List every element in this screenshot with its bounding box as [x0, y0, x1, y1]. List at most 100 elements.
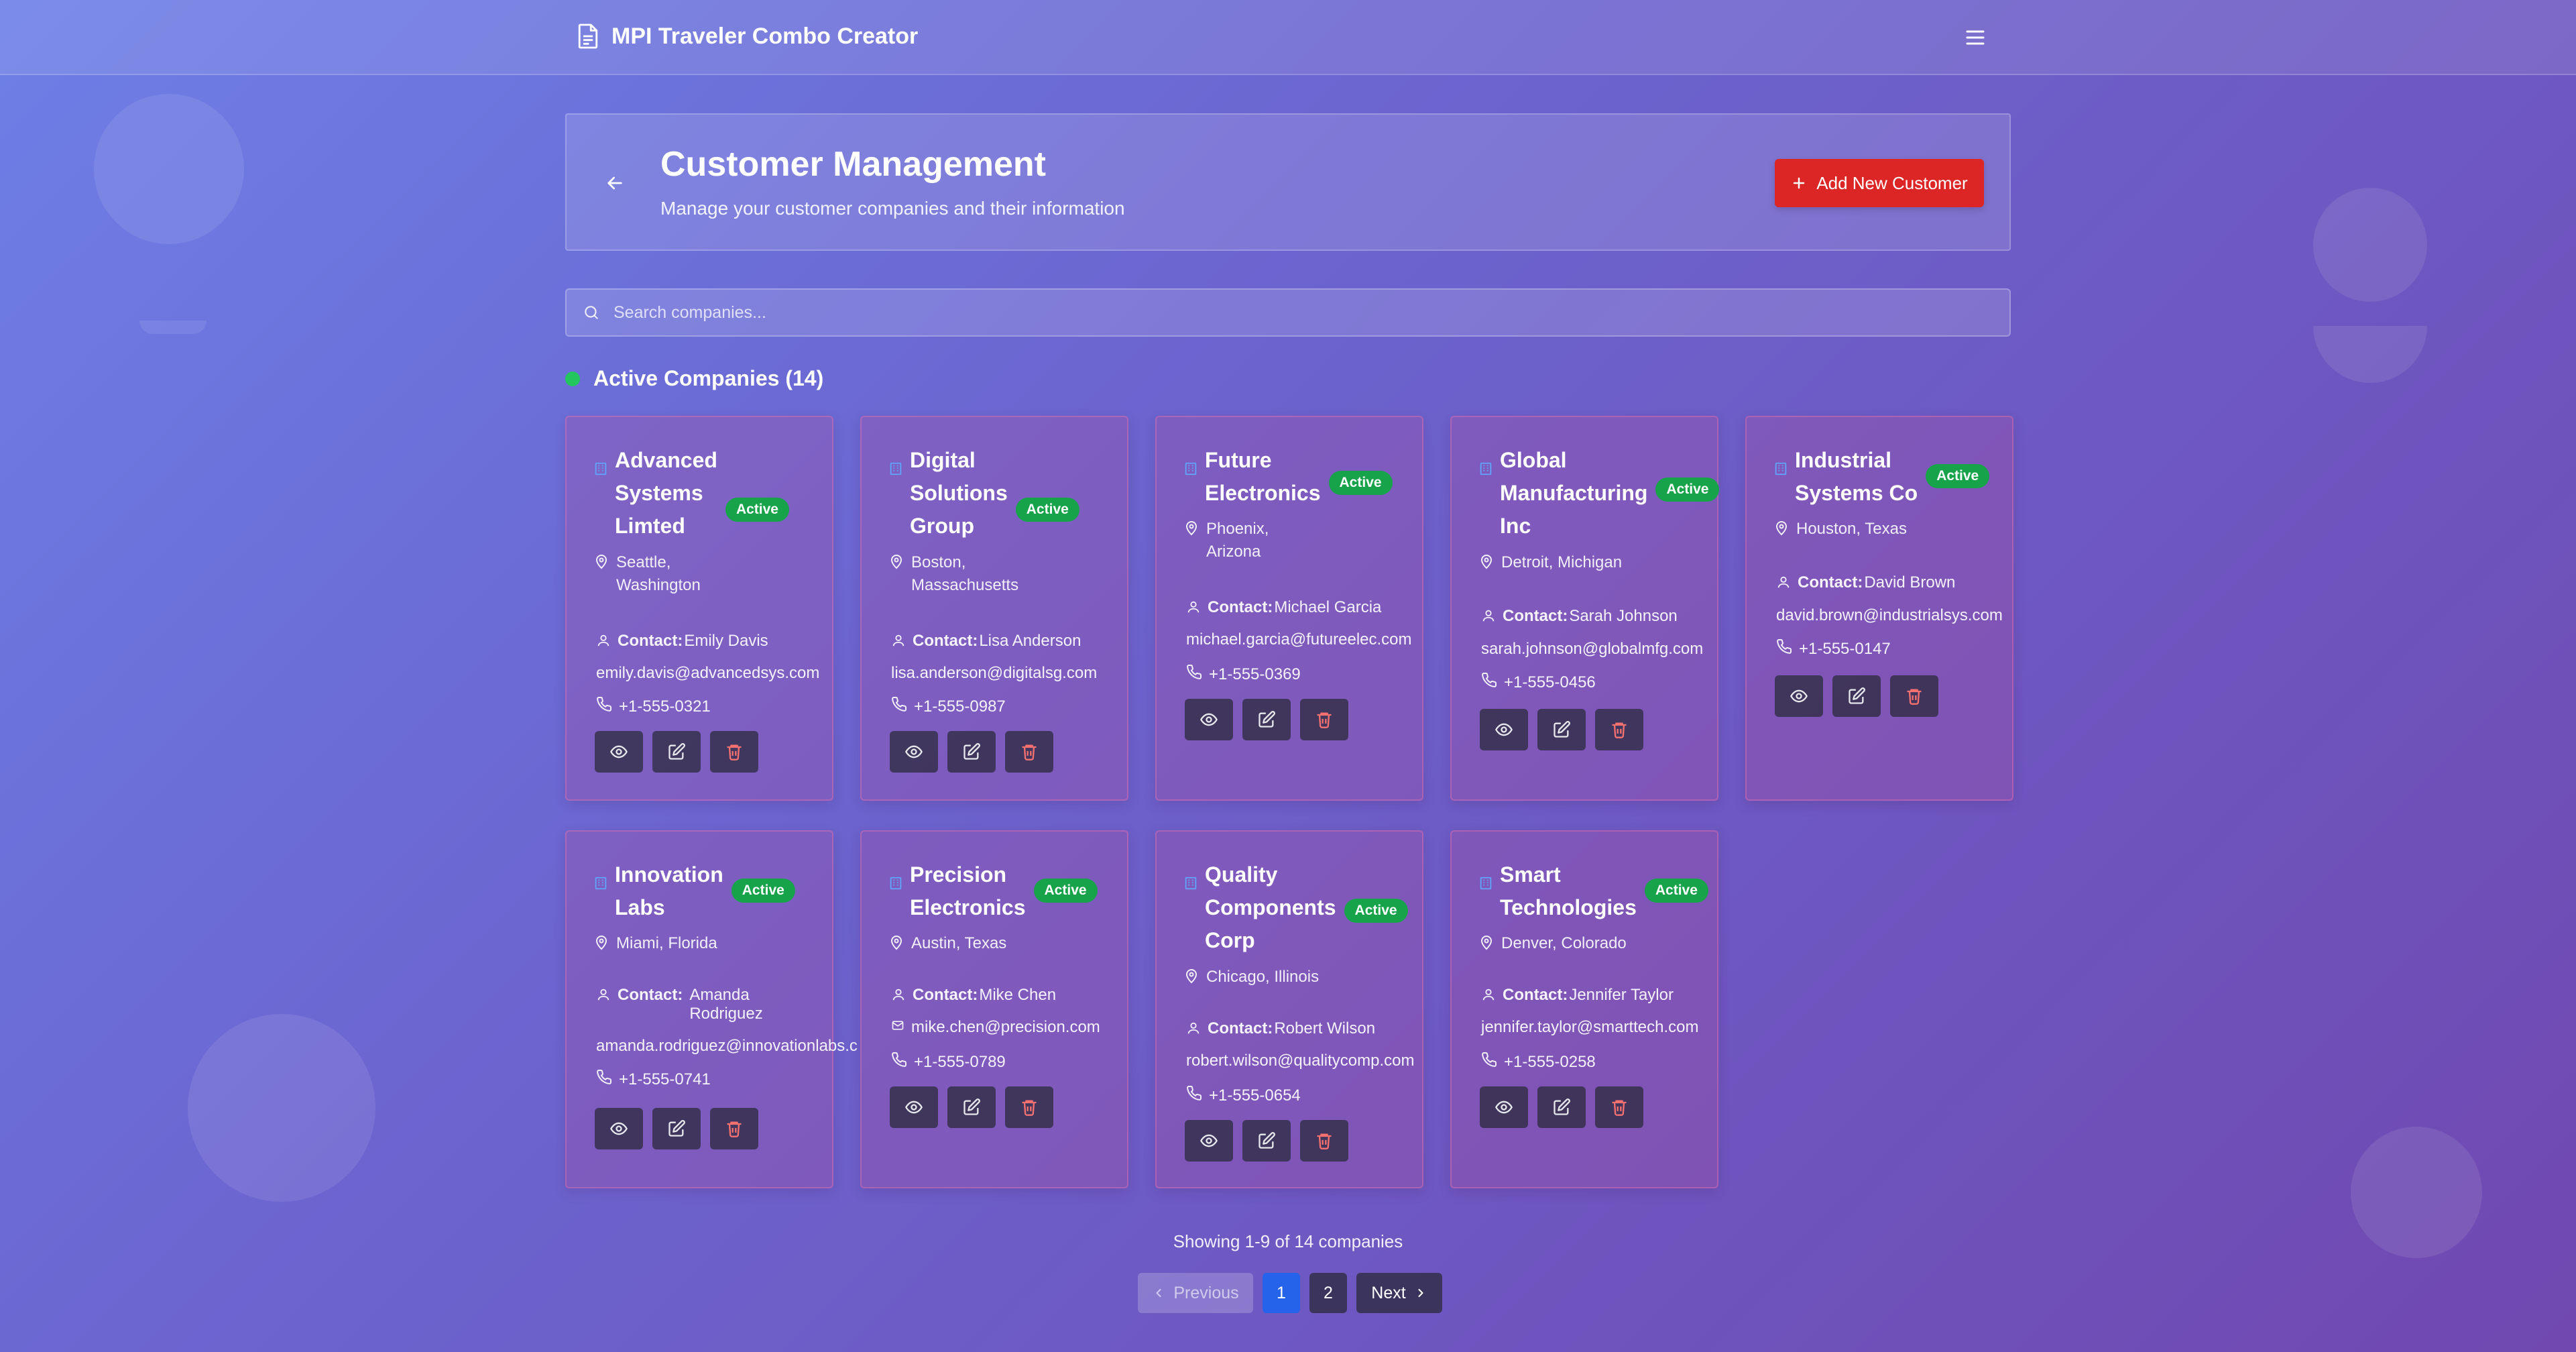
edit-button[interactable]	[1537, 709, 1586, 750]
view-button[interactable]	[1480, 709, 1528, 750]
plus-icon	[1794, 177, 1805, 189]
document-icon	[578, 23, 598, 49]
edit-button[interactable]	[1242, 1120, 1291, 1162]
company-card: Innovation Labs Active Miami, Florida Contac…	[565, 830, 858, 1188]
view-button[interactable]	[595, 731, 643, 773]
contact-name: Mike Chen	[979, 986, 1057, 1004]
eye-icon	[1790, 687, 1808, 706]
edit-button[interactable]	[652, 1108, 701, 1149]
phone-row: +1-555-0741	[596, 1069, 711, 1090]
edit-icon	[667, 742, 686, 761]
section-title: Active Companies (14)	[593, 366, 824, 390]
contact-phone: +1-555-0789	[914, 1052, 1006, 1071]
edit-button[interactable]	[652, 731, 701, 773]
email-row: lisa.anderson@digitalsg.com	[891, 664, 1097, 683]
company-name[interactable]: Smart Technologies	[1500, 858, 1637, 924]
status-badge: Active	[1344, 899, 1408, 923]
contact-email[interactable]: emily.davis@advancedsys.com	[596, 664, 819, 683]
add-new-customer-label: Add New Customer	[1816, 172, 1968, 193]
delete-button[interactable]	[1300, 1120, 1348, 1162]
company-name-line: Systems Co	[1795, 481, 1918, 505]
view-button[interactable]	[1775, 675, 1823, 717]
delete-button[interactable]	[1595, 709, 1643, 750]
view-button[interactable]	[1480, 1086, 1528, 1128]
location-line: Miami, Florida	[616, 934, 717, 952]
contact-name: Sarah Johnson	[1569, 607, 1678, 625]
user-icon	[1481, 608, 1496, 628]
card-header: Future Electronics Active	[1183, 444, 1393, 510]
location-line: Arizona	[1206, 543, 1261, 561]
company-name-line: Global	[1500, 448, 1567, 472]
company-name-line: Group	[910, 514, 974, 538]
brand[interactable]: MPI Traveler Combo Creator	[577, 23, 918, 50]
card-header: Precision Electronics Active	[888, 858, 1098, 924]
view-button[interactable]	[890, 731, 938, 773]
company-name[interactable]: Innovation Labs	[615, 858, 723, 924]
trash-icon	[1905, 687, 1924, 706]
map-pin-icon	[1478, 935, 1495, 958]
company-name-line: Quality	[1205, 862, 1278, 887]
contact-email[interactable]: david.brown@industrialsys.com	[1776, 606, 2003, 625]
search-input[interactable]	[613, 302, 1887, 323]
edit-button[interactable]	[1242, 699, 1291, 740]
email-row: mike.chen@precision.com	[891, 1018, 1100, 1037]
user-icon	[1186, 600, 1201, 619]
delete-button[interactable]	[1890, 675, 1938, 717]
page-header-card: Customer Management Manage your customer…	[565, 113, 2011, 251]
company-name[interactable]: Global Manufacturing Inc	[1500, 444, 1647, 543]
view-button[interactable]	[1185, 699, 1233, 740]
edit-button[interactable]	[1537, 1086, 1586, 1128]
edit-button[interactable]	[947, 731, 996, 773]
delete-button[interactable]	[1300, 699, 1348, 740]
company-name[interactable]: Industrial Systems Co	[1795, 444, 1918, 510]
edit-button[interactable]	[947, 1086, 996, 1128]
delete-button[interactable]	[1005, 731, 1053, 773]
delete-button[interactable]	[710, 731, 758, 773]
company-name-line: Manufacturing	[1500, 481, 1648, 505]
view-button[interactable]	[1185, 1120, 1233, 1162]
back-arrow-icon[interactable]	[604, 172, 626, 194]
delete-button[interactable]	[710, 1108, 758, 1149]
company-location: Detroit, Michigan	[1478, 551, 1622, 577]
contact-name: Michael Garcia	[1274, 598, 1382, 616]
contact-email[interactable]: lisa.anderson@digitalsg.com	[891, 664, 1097, 683]
contact-email[interactable]: robert.wilson@qualitycomp.com	[1186, 1052, 1415, 1070]
user-icon	[891, 633, 906, 653]
company-name-line: Electronics	[910, 895, 1026, 919]
contact-email[interactable]: sarah.johnson@globalmfg.com	[1481, 640, 1703, 659]
delete-button[interactable]	[1005, 1086, 1053, 1128]
company-name[interactable]: Precision Electronics	[910, 858, 1026, 924]
company-name-line: Inc	[1500, 514, 1531, 538]
contact-email[interactable]: amanda.rodriguez@innovationlabs.c	[596, 1037, 858, 1056]
page-title: Customer Management	[660, 145, 1046, 184]
company-name[interactable]: Advanced Systems Limted	[615, 444, 717, 543]
edit-icon	[962, 742, 981, 761]
edit-icon	[667, 1119, 686, 1138]
page-button-1[interactable]: 1	[1263, 1273, 1300, 1313]
contact-email[interactable]: jennifer.taylor@smarttech.com	[1481, 1018, 1698, 1037]
phone-icon	[891, 1052, 907, 1072]
add-new-customer-button[interactable]: Add New Customer	[1775, 159, 1984, 207]
building-icon	[593, 876, 608, 891]
company-name-line: Systems	[615, 481, 703, 505]
company-name[interactable]: Digital Solutions Group	[910, 444, 1008, 543]
hamburger-menu-icon[interactable]	[1963, 25, 1987, 50]
view-button[interactable]	[595, 1108, 643, 1149]
location-line: Seattle,	[616, 553, 671, 571]
company-name[interactable]: Quality Components Corp	[1205, 858, 1336, 957]
phone-icon	[596, 1069, 612, 1090]
edit-button[interactable]	[1832, 675, 1881, 717]
delete-button[interactable]	[1595, 1086, 1643, 1128]
email-row: michael.garcia@futureelec.com	[1186, 630, 1412, 649]
user-icon	[1776, 575, 1791, 594]
search-icon	[585, 306, 598, 319]
company-name[interactable]: Future Electronics	[1205, 444, 1321, 510]
contact-email[interactable]: michael.garcia@futureelec.com	[1186, 630, 1412, 649]
page-button-2[interactable]: 2	[1309, 1273, 1347, 1313]
edit-icon	[1257, 1131, 1276, 1150]
previous-page-button[interactable]: Previous	[1138, 1273, 1253, 1313]
next-page-button[interactable]: Next	[1356, 1273, 1442, 1313]
contact-email[interactable]: mike.chen@precision.com	[911, 1018, 1100, 1037]
building-icon	[888, 461, 903, 476]
view-button[interactable]	[890, 1086, 938, 1128]
